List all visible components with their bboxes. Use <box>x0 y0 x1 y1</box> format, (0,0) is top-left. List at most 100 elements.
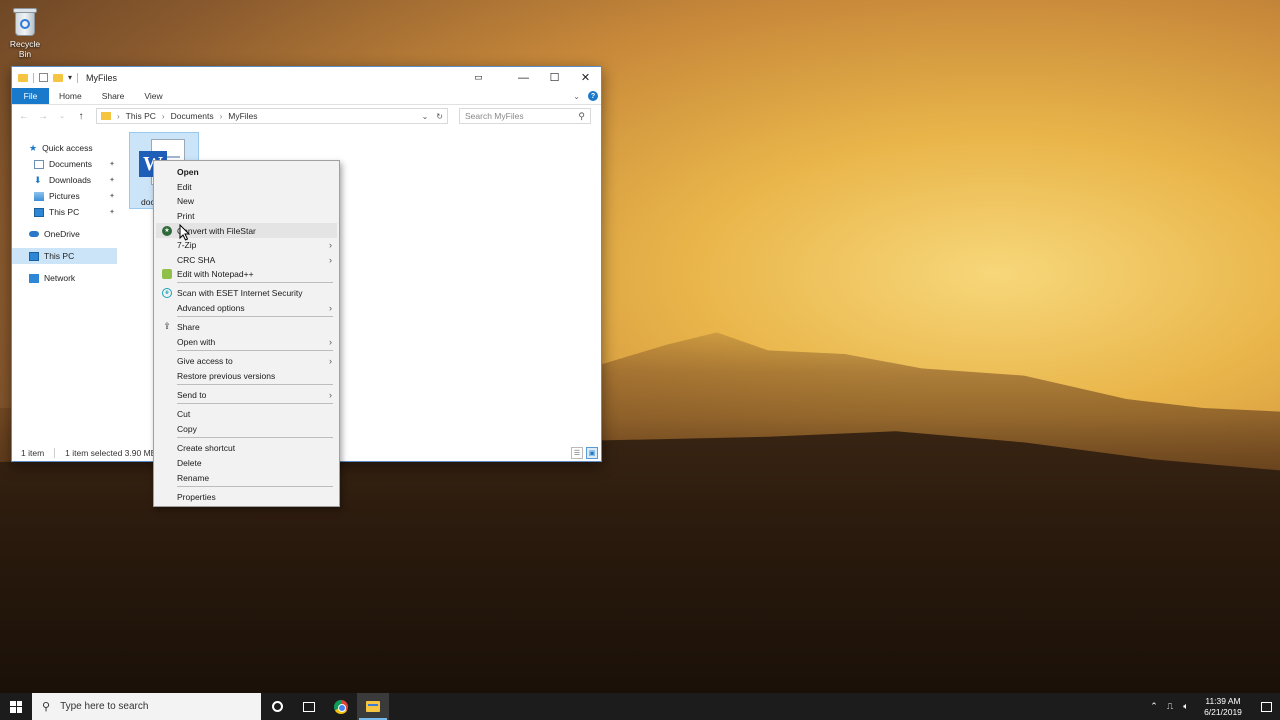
action-center-button[interactable] <box>1252 693 1280 720</box>
new-folder-quick-icon[interactable] <box>53 73 63 82</box>
address-bar[interactable]: › This PC › Documents › MyFiles ⌄ ↻ <box>96 108 448 124</box>
eset-icon: e <box>162 287 172 298</box>
menu-item-notepadpp[interactable]: Edit with Notepad++ <box>156 266 337 281</box>
menu-item-delete[interactable]: Delete <box>156 455 337 470</box>
menu-label: Open with <box>177 336 216 347</box>
menu-item-crc-sha[interactable]: CRC SHA › <box>156 252 337 267</box>
title-bar[interactable]: ▾ MyFiles ▭ — ☐ ✕ <box>12 67 601 88</box>
help-icon[interactable]: ? <box>588 91 598 101</box>
breadcrumb-myfiles[interactable]: MyFiles <box>228 111 257 121</box>
menu-item-edit[interactable]: Edit <box>156 179 337 194</box>
tab-view[interactable]: View <box>134 88 172 104</box>
customize-toolbar-icon[interactable]: ▾ <box>68 73 72 82</box>
menu-item-open[interactable]: Open <box>156 164 337 179</box>
maximize-button[interactable]: ☐ <box>539 67 570 88</box>
clock[interactable]: 11:39 AM 6/21/2019 <box>1198 696 1248 718</box>
nav-label: Quick access <box>42 143 93 153</box>
menu-item-new[interactable]: New <box>156 193 337 208</box>
start-button[interactable] <box>0 693 32 720</box>
nav-item-onedrive[interactable]: OneDrive <box>12 226 117 242</box>
menu-item-share[interactable]: ⇪ Share <box>156 319 337 334</box>
tab-file[interactable]: File <box>12 88 49 104</box>
nav-label: Downloads <box>49 175 92 185</box>
windows-logo-icon <box>10 700 22 713</box>
cortana-icon <box>271 701 283 712</box>
menu-label: Copy <box>177 423 197 434</box>
menu-label: Print <box>177 210 195 221</box>
system-tray: ⌃ ⎍ 🔈︎ 11:39 AM 6/21/2019 <box>1146 693 1280 720</box>
recent-locations-icon[interactable]: ⌄ <box>56 112 68 120</box>
nav-item-this-pc[interactable]: This PC <box>12 248 117 264</box>
address-dropdown-icon[interactable]: ⌄ <box>422 112 429 121</box>
pin-icon: ✦ <box>109 177 115 184</box>
menu-item-give-access[interactable]: Give access to › <box>156 353 337 368</box>
ribbon-tabs: File Home Share View ⌄ ? <box>12 88 601 105</box>
show-hidden-icons-icon[interactable]: ⌃ <box>1146 701 1162 712</box>
cortana-button[interactable] <box>261 693 293 720</box>
close-button[interactable]: ✕ <box>570 67 601 88</box>
submenu-arrow-icon: › <box>329 336 332 347</box>
chrome-taskbar-button[interactable] <box>325 693 357 720</box>
breadcrumb-this-pc[interactable]: This PC <box>126 111 156 121</box>
menu-item-send-to[interactable]: Send to › <box>156 387 337 402</box>
menu-label: Give access to <box>177 355 233 366</box>
tab-home[interactable]: Home <box>49 88 92 104</box>
menu-item-restore-versions[interactable]: Restore previous versions <box>156 368 337 383</box>
recycle-bin-label: Recycle Bin <box>9 39 41 59</box>
nav-item-documents[interactable]: Documents ✦ <box>12 156 117 172</box>
menu-item-eset-scan[interactable]: e Scan with ESET Internet Security <box>156 285 337 300</box>
nav-item-this-pc-pinned[interactable]: This PC ✦ <box>12 204 117 220</box>
up-arrow-icon[interactable]: ↑ <box>75 111 87 122</box>
nav-label: This PC <box>44 251 75 261</box>
nav-label: This PC <box>49 207 80 217</box>
network-icon <box>29 273 39 283</box>
details-view-button[interactable]: ☰ <box>571 447 583 459</box>
menu-item-open-with[interactable]: Open with › <box>156 334 337 349</box>
status-item-count: 1 item <box>21 448 45 458</box>
file-explorer-icon <box>366 701 380 712</box>
breadcrumb-documents[interactable]: Documents <box>171 111 214 121</box>
menu-item-properties[interactable]: Properties <box>156 489 337 504</box>
chrome-icon <box>334 699 348 714</box>
task-view-button[interactable] <box>293 693 325 720</box>
properties-quick-icon[interactable] <box>39 73 48 82</box>
status-selection: 1 item selected 3.90 MB <box>65 448 157 458</box>
large-icons-view-button[interactable]: ▣ <box>586 447 598 459</box>
taskbar-search-box[interactable]: ⚲ Type here to search <box>32 693 261 720</box>
file-explorer-taskbar-button[interactable] <box>357 693 389 720</box>
clock-date: 6/21/2019 <box>1204 706 1242 717</box>
desktop-icon-recycle-bin[interactable]: Recycle Bin <box>4 6 46 59</box>
pin-icon: ✦ <box>109 193 115 200</box>
nav-item-pictures[interactable]: Pictures ✦ <box>12 188 117 204</box>
nav-item-quick-access[interactable]: ★ Quick access <box>12 140 117 156</box>
expand-ribbon-icon[interactable]: ⌄ <box>573 92 580 101</box>
folder-icon <box>18 73 28 82</box>
back-arrow-icon[interactable]: ← <box>18 111 30 122</box>
menu-item-rename[interactable]: Rename <box>156 470 337 485</box>
forward-arrow-icon[interactable]: → <box>37 111 49 122</box>
cloud-icon <box>29 231 39 237</box>
nav-label: OneDrive <box>44 229 80 239</box>
tab-share[interactable]: Share <box>92 88 135 104</box>
search-input[interactable]: Search MyFiles ⚲ <box>459 108 591 124</box>
menu-item-cut[interactable]: Cut <box>156 406 337 421</box>
nav-item-network[interactable]: Network <box>12 270 117 286</box>
menu-label: Edit <box>177 181 192 192</box>
menu-item-copy[interactable]: Copy <box>156 421 337 436</box>
menu-item-create-shortcut[interactable]: Create shortcut <box>156 440 337 455</box>
volume-icon[interactable]: 🔈︎ <box>1178 701 1194 712</box>
menu-item-advanced-options[interactable]: Advanced options › <box>156 300 337 315</box>
nav-item-downloads[interactable]: ⬇ Downloads ✦ <box>12 172 117 188</box>
menu-label: Open <box>177 166 199 177</box>
menu-item-print[interactable]: Print <box>156 208 337 223</box>
taskbar: ⚲ Type here to search ⌃ ⎍ 🔈︎ 11:39 AM 6/… <box>0 693 1280 720</box>
network-tray-icon[interactable]: ⎍ <box>1162 701 1178 712</box>
submenu-arrow-icon: › <box>329 389 332 400</box>
capture-icon[interactable]: ▭ <box>463 67 494 88</box>
nav-label: Documents <box>49 159 92 169</box>
search-icon: ⚲ <box>42 701 51 713</box>
refresh-icon[interactable]: ↻ <box>436 112 443 121</box>
minimize-button[interactable]: — <box>508 67 539 88</box>
menu-label: Share <box>177 321 200 332</box>
menu-label: Advanced options <box>177 302 245 313</box>
